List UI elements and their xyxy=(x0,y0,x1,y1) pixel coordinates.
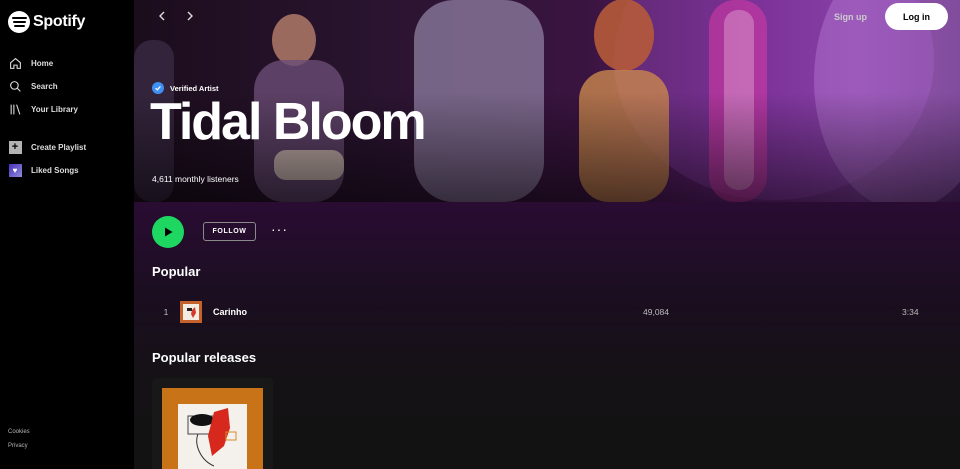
track-duration: 3:34 xyxy=(902,307,919,317)
spotify-logo[interactable]: Spotify xyxy=(8,11,85,33)
release-card[interactable] xyxy=(152,378,273,469)
heart-icon: ♥ xyxy=(8,164,22,177)
search-icon xyxy=(8,80,22,94)
cookies-link[interactable]: Cookies xyxy=(8,425,30,439)
sidebar-item-label: Search xyxy=(31,82,58,91)
sidebar-actions: + Create Playlist ♥ Liked Songs xyxy=(8,136,86,182)
more-options-button[interactable]: ··· xyxy=(271,222,288,236)
follow-button[interactable]: FOLLOW xyxy=(203,222,256,241)
chevron-right-icon xyxy=(187,11,193,21)
track-play-count: 49,084 xyxy=(643,307,669,317)
sidebar-nav: Home Search Your Library xyxy=(8,52,78,121)
back-button[interactable] xyxy=(152,6,172,26)
privacy-link[interactable]: Privacy xyxy=(8,439,30,453)
track-rank: 1 xyxy=(163,307,169,317)
create-playlist-button[interactable]: + Create Playlist xyxy=(8,136,86,159)
main-content: Sign up Log in Verified Artist Tidal Blo… xyxy=(134,0,960,469)
home-icon xyxy=(8,57,22,71)
sidebar: Spotify Home Search Your Library + Creat… xyxy=(0,0,134,469)
plus-icon: + xyxy=(8,141,22,154)
spotify-wordmark: Spotify xyxy=(33,13,86,30)
play-icon xyxy=(165,227,173,237)
release-cover-image xyxy=(162,388,263,469)
play-button[interactable] xyxy=(152,216,184,248)
popular-releases-heading: Popular releases xyxy=(152,350,257,365)
legal-links: Cookies Privacy xyxy=(8,425,30,453)
spotify-logo-icon xyxy=(8,11,30,33)
sidebar-item-label: Create Playlist xyxy=(31,143,87,152)
chevron-left-icon xyxy=(159,11,165,21)
artist-name: Tidal Bloom xyxy=(150,93,427,151)
track-title: Carinho xyxy=(213,307,248,317)
popular-heading: Popular xyxy=(152,264,201,279)
forward-button[interactable] xyxy=(180,6,200,26)
sign-up-button[interactable]: Sign up xyxy=(834,12,867,22)
sidebar-item-home[interactable]: Home xyxy=(8,52,78,75)
sidebar-item-label: Liked Songs xyxy=(31,166,79,175)
sidebar-item-label: Home xyxy=(31,59,54,68)
sidebar-item-label: Your Library xyxy=(31,105,78,114)
track-row[interactable]: 1 Carinho 49,084 3:34 xyxy=(152,299,942,325)
sidebar-item-search[interactable]: Search xyxy=(8,75,78,98)
log-in-button[interactable]: Log in xyxy=(885,3,948,30)
verified-artist-label: Verified Artist xyxy=(170,83,219,93)
sidebar-item-your-library[interactable]: Your Library xyxy=(8,98,78,121)
track-cover-image xyxy=(180,301,202,323)
artist-body: FOLLOW ··· Popular 1 Carinho 49,084 3:34… xyxy=(134,202,960,469)
monthly-listeners: 4,611 monthly listeners xyxy=(152,174,239,184)
liked-songs-button[interactable]: ♥ Liked Songs xyxy=(8,159,86,182)
artist-header: Sign up Log in Verified Artist Tidal Blo… xyxy=(134,0,960,202)
library-icon xyxy=(8,103,22,117)
